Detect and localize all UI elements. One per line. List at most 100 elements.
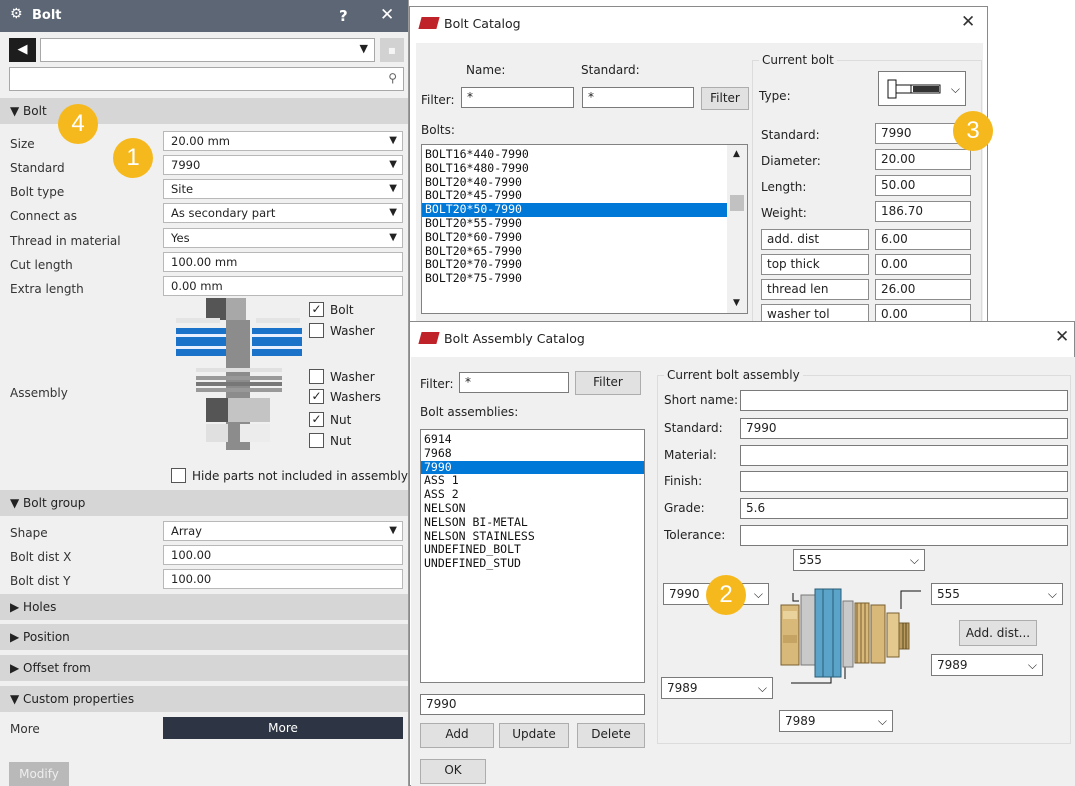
- bolt-list-item[interactable]: BOLT20*65-7990: [422, 244, 727, 259]
- bolt-type-icon: [887, 79, 941, 99]
- catalog-titlebar: Bolt Catalog ✕: [410, 7, 987, 39]
- assembly-list-item[interactable]: ASS 1: [421, 474, 644, 488]
- input-cut-length[interactable]: 100.00 mm: [163, 252, 403, 272]
- badge-3: 3: [953, 111, 993, 151]
- bolt-assemblies-list[interactable]: 6914 7968 7990 ASS 1 ASS 2 NELSON NELSON BI-ME…: [420, 429, 645, 683]
- bolt-list-item[interactable]: BOLT16*480-7990: [422, 161, 727, 176]
- hide-parts-checkbox[interactable]: [171, 468, 186, 483]
- chevron-down-icon: ▼: [389, 525, 397, 536]
- badge-4: 4: [58, 104, 98, 144]
- bolt-list-item[interactable]: BOLT20*40-7990: [422, 175, 727, 190]
- ok-button[interactable]: OK: [420, 759, 486, 784]
- assembly-list-item[interactable]: NELSON: [421, 501, 644, 516]
- chevron-down-icon: ⌵: [909, 553, 919, 567]
- assembly-list-item[interactable]: UNDEFINED_STUD: [421, 556, 644, 571]
- bolt-list-item[interactable]: BOLT20*45-7990: [422, 189, 727, 203]
- current-bolt-title: Current bolt: [759, 53, 837, 67]
- catalog-close-button[interactable]: ✕: [961, 12, 975, 32]
- current-bolt-value: 186.70: [875, 201, 971, 222]
- section-bolt-group[interactable]: ▼ Bolt group: [0, 490, 408, 516]
- section-custom-properties[interactable]: ▼ Custom properties: [0, 686, 408, 712]
- bolt-list-item[interactable]: BOLT20*75-7990: [422, 271, 727, 286]
- assembly-filter-input[interactable]: *: [459, 372, 569, 393]
- section-offset-from[interactable]: ▶ Offset from: [0, 655, 408, 681]
- assembly-field-label-material: Material:: [664, 448, 717, 462]
- select-size[interactable]: 20.00 mm ▼: [163, 131, 403, 151]
- more-button[interactable]: More: [163, 717, 403, 739]
- assembly-list-item[interactable]: 7968: [421, 446, 644, 461]
- bottom-nut-select[interactable]: 7989 ⌵: [779, 710, 893, 732]
- bolt-assembly-catalog-dialog: Bolt Assembly Catalog ✕ Filter: * Filter…: [409, 321, 1075, 786]
- left-nut-select[interactable]: 7989 ⌵: [661, 677, 773, 699]
- name-filter-input[interactable]: *: [461, 87, 574, 108]
- select-connect-as[interactable]: As secondary part ▼: [163, 203, 403, 223]
- help-button[interactable]: ?: [339, 7, 348, 25]
- scroll-thumb[interactable]: [730, 195, 744, 211]
- field-value: 100.00: [171, 548, 212, 562]
- close-panel-button[interactable]: ✕: [380, 5, 394, 25]
- property-search-input[interactable]: ⚲: [9, 67, 404, 91]
- chevron-down-icon: ⌵: [1027, 658, 1037, 672]
- bolt-list-item[interactable]: BOLT20*60-7990: [422, 230, 727, 245]
- extra-prop-value[interactable]: 0.00: [875, 254, 971, 275]
- bolts-scrollbar[interactable]: ▲ ▼: [727, 145, 747, 313]
- add-button[interactable]: Add: [420, 723, 494, 748]
- assembly-close-button[interactable]: ✕: [1055, 327, 1069, 347]
- add-dist-button[interactable]: Add. dist...: [959, 620, 1037, 646]
- bolt-type-select[interactable]: ⌵: [878, 71, 966, 106]
- extra-prop-value[interactable]: 6.00: [875, 229, 971, 250]
- assembly-field-finish[interactable]: [740, 471, 1068, 492]
- bolts-list[interactable]: BOLT16*440-7990 BOLT16*480-7990 BOLT20*40-…: [421, 144, 748, 314]
- bolt-list-item[interactable]: BOLT20*55-7990: [422, 216, 727, 231]
- select-thread-in-material[interactable]: Yes ▼: [163, 228, 403, 248]
- save-preset-button[interactable]: ▪: [380, 38, 404, 62]
- preset-select[interactable]: ▼: [40, 38, 375, 62]
- right-washer-select[interactable]: 555 ⌵: [931, 583, 1063, 605]
- section-position[interactable]: ▶ Position: [0, 624, 408, 650]
- select-shape[interactable]: Array ▼: [163, 521, 403, 541]
- assembly-filter-button[interactable]: Filter: [575, 371, 641, 395]
- assembly-field-short-name[interactable]: [740, 390, 1068, 411]
- catalog-filter-button[interactable]: Filter: [701, 87, 749, 110]
- assembly-list-item[interactable]: NELSON STAINLESS: [421, 529, 644, 544]
- current-bolt-diameter: Diameter:: [761, 154, 821, 168]
- input-bolt-dist-y[interactable]: 100.00: [163, 569, 403, 589]
- input-extra-length[interactable]: 0.00 mm: [163, 276, 403, 296]
- assembly-checkbox-washer[interactable]: [309, 323, 324, 338]
- assembly-list-item[interactable]: NELSON BI-METAL: [421, 515, 644, 530]
- input-bolt-dist-x[interactable]: 100.00: [163, 545, 403, 565]
- assembly-name-input[interactable]: 7990: [420, 694, 645, 715]
- assembly-list-item[interactable]: UNDEFINED_BOLT: [421, 543, 644, 557]
- bolt-list-item[interactable]: BOLT20*70-7990: [422, 258, 727, 272]
- bolt-list-item[interactable]: BOLT20*50-7990: [422, 202, 727, 217]
- assembly-checkbox-washer[interactable]: [309, 369, 324, 384]
- extra-prop-value[interactable]: 26.00: [875, 279, 971, 300]
- assembly-list-item[interactable]: 6914: [421, 432, 644, 447]
- select-bolt-type[interactable]: Site ▼: [163, 179, 403, 199]
- assembly-field-tolerance[interactable]: [740, 525, 1068, 546]
- assembly-checkbox-bolt[interactable]: ✓: [309, 302, 324, 317]
- field-label-bolt-dist-y: Bolt dist Y: [10, 574, 71, 588]
- badge-1: 1: [113, 138, 153, 178]
- current-bolt-length: Length:: [761, 180, 807, 194]
- section-holes[interactable]: ▶ Holes: [0, 594, 408, 620]
- assembly-list-item[interactable]: ASS 2: [421, 487, 644, 502]
- assembly-field-label-short-name: Short name:: [664, 393, 739, 407]
- select-standard[interactable]: 7990 ▼: [163, 155, 403, 175]
- right-nut-select[interactable]: 7989 ⌵: [931, 654, 1043, 676]
- panel-title: Bolt: [32, 8, 62, 23]
- back-button[interactable]: ◀: [9, 38, 36, 62]
- assembly-checkbox-nut[interactable]: ✓: [309, 412, 324, 427]
- modify-button[interactable]: Modify: [9, 762, 69, 786]
- assembly-checkbox-nut[interactable]: [309, 433, 324, 448]
- bolt-list-item[interactable]: BOLT16*440-7990: [422, 147, 727, 162]
- top-washer-select[interactable]: 555 ⌵: [793, 549, 925, 571]
- assembly-field-grade[interactable]: 5.6: [740, 498, 1068, 519]
- assembly-field-standard[interactable]: 7990: [740, 418, 1068, 439]
- assembly-list-item[interactable]: 7990: [421, 460, 644, 475]
- assembly-field-material[interactable]: [740, 445, 1068, 466]
- delete-button[interactable]: Delete: [577, 723, 645, 748]
- update-button[interactable]: Update: [499, 723, 569, 748]
- standard-filter-input[interactable]: *: [582, 87, 694, 108]
- assembly-checkbox-washers[interactable]: ✓: [309, 389, 324, 404]
